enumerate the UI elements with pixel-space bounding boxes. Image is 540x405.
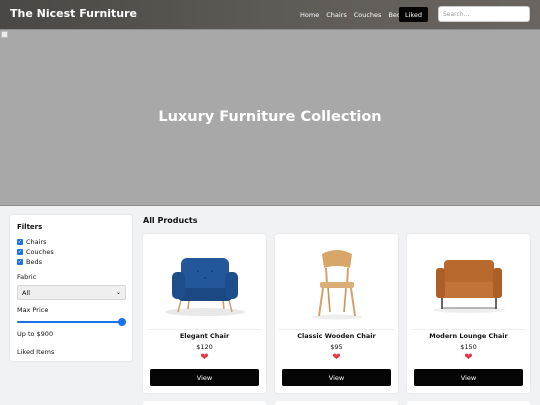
slider-track <box>17 321 126 323</box>
product-price: $95 <box>330 343 343 351</box>
search-input[interactable] <box>438 6 530 22</box>
product-card-partial <box>143 401 266 405</box>
view-button[interactable]: View <box>282 369 391 386</box>
product-price: $150 <box>460 343 477 351</box>
main-nav: Home Chairs Couches Beds <box>300 0 411 29</box>
checkbox-checked-icon[interactable]: ✓ <box>17 249 23 255</box>
view-button[interactable]: View <box>150 369 259 386</box>
filter-label: Chairs <box>26 238 47 246</box>
fabric-label: Fabric <box>17 273 37 281</box>
liked-button[interactable]: Liked <box>399 7 428 22</box>
liked-items-link[interactable]: Liked Items <box>17 348 125 356</box>
checkbox-checked-icon[interactable]: ✓ <box>17 239 23 245</box>
view-button[interactable]: View <box>414 369 523 386</box>
checkbox-checked-icon[interactable]: ✓ <box>17 259 23 265</box>
nav-couches[interactable]: Couches <box>354 11 382 19</box>
heart-icon[interactable]: ❤ <box>143 352 266 364</box>
product-card-partial <box>407 401 530 405</box>
filters-panel: Filters ✓ Chairs ✓ Couches ✓ Beds Fabric… <box>10 215 132 361</box>
products-title: All Products <box>143 216 198 225</box>
max-price-slider[interactable] <box>17 318 126 326</box>
fabric-select[interactable]: All ⌄ <box>17 285 126 300</box>
product-name: Elegant Chair <box>179 332 230 340</box>
product-name: Classic Wooden Chair <box>297 332 376 340</box>
filter-label: Couches <box>26 248 54 256</box>
filter-chairs[interactable]: ✓ Chairs <box>17 237 125 247</box>
heart-icon[interactable]: ❤ <box>407 352 530 364</box>
filter-couches[interactable]: ✓ Couches <box>17 247 125 257</box>
divider <box>147 329 262 330</box>
product-name: Modern Lounge Chair <box>429 332 508 340</box>
product-card-partial <box>275 401 398 405</box>
filter-label: Beds <box>26 258 42 266</box>
brand-logo[interactable]: The Nicest Furniture <box>10 7 137 20</box>
filters-title: Filters <box>17 223 43 231</box>
product-card[interactable]: Elegant Chair $120 ❤ View <box>143 234 266 393</box>
wooden-chair-icon <box>312 250 362 320</box>
hero-title: Luxury Furniture Collection <box>158 109 382 125</box>
filter-beds[interactable]: ✓ Beds <box>17 257 125 267</box>
max-price-value: Up to $900 <box>17 330 54 338</box>
hero-banner: Luxury Furniture Collection <box>0 29 540 206</box>
broken-image-icon <box>1 31 8 38</box>
product-card[interactable]: Modern Lounge Chair $150 ❤ View <box>407 234 530 393</box>
heart-icon[interactable]: ❤ <box>275 352 398 364</box>
fabric-value: All <box>22 288 31 297</box>
divider <box>279 329 394 330</box>
product-price: $120 <box>196 343 213 351</box>
product-card[interactable]: Classic Wooden Chair $95 ❤ View <box>275 234 398 393</box>
slider-thumb[interactable] <box>118 318 126 326</box>
top-navbar: The Nicest Furniture Home Chairs Couches… <box>0 0 540 29</box>
max-price-label: Max Price <box>17 306 49 314</box>
lounge-chair-icon <box>433 260 505 313</box>
chevron-down-icon: ⌄ <box>115 289 121 296</box>
armchair-icon <box>165 258 245 316</box>
divider <box>411 329 526 330</box>
nav-home[interactable]: Home <box>300 11 319 19</box>
nav-chairs[interactable]: Chairs <box>326 11 347 19</box>
